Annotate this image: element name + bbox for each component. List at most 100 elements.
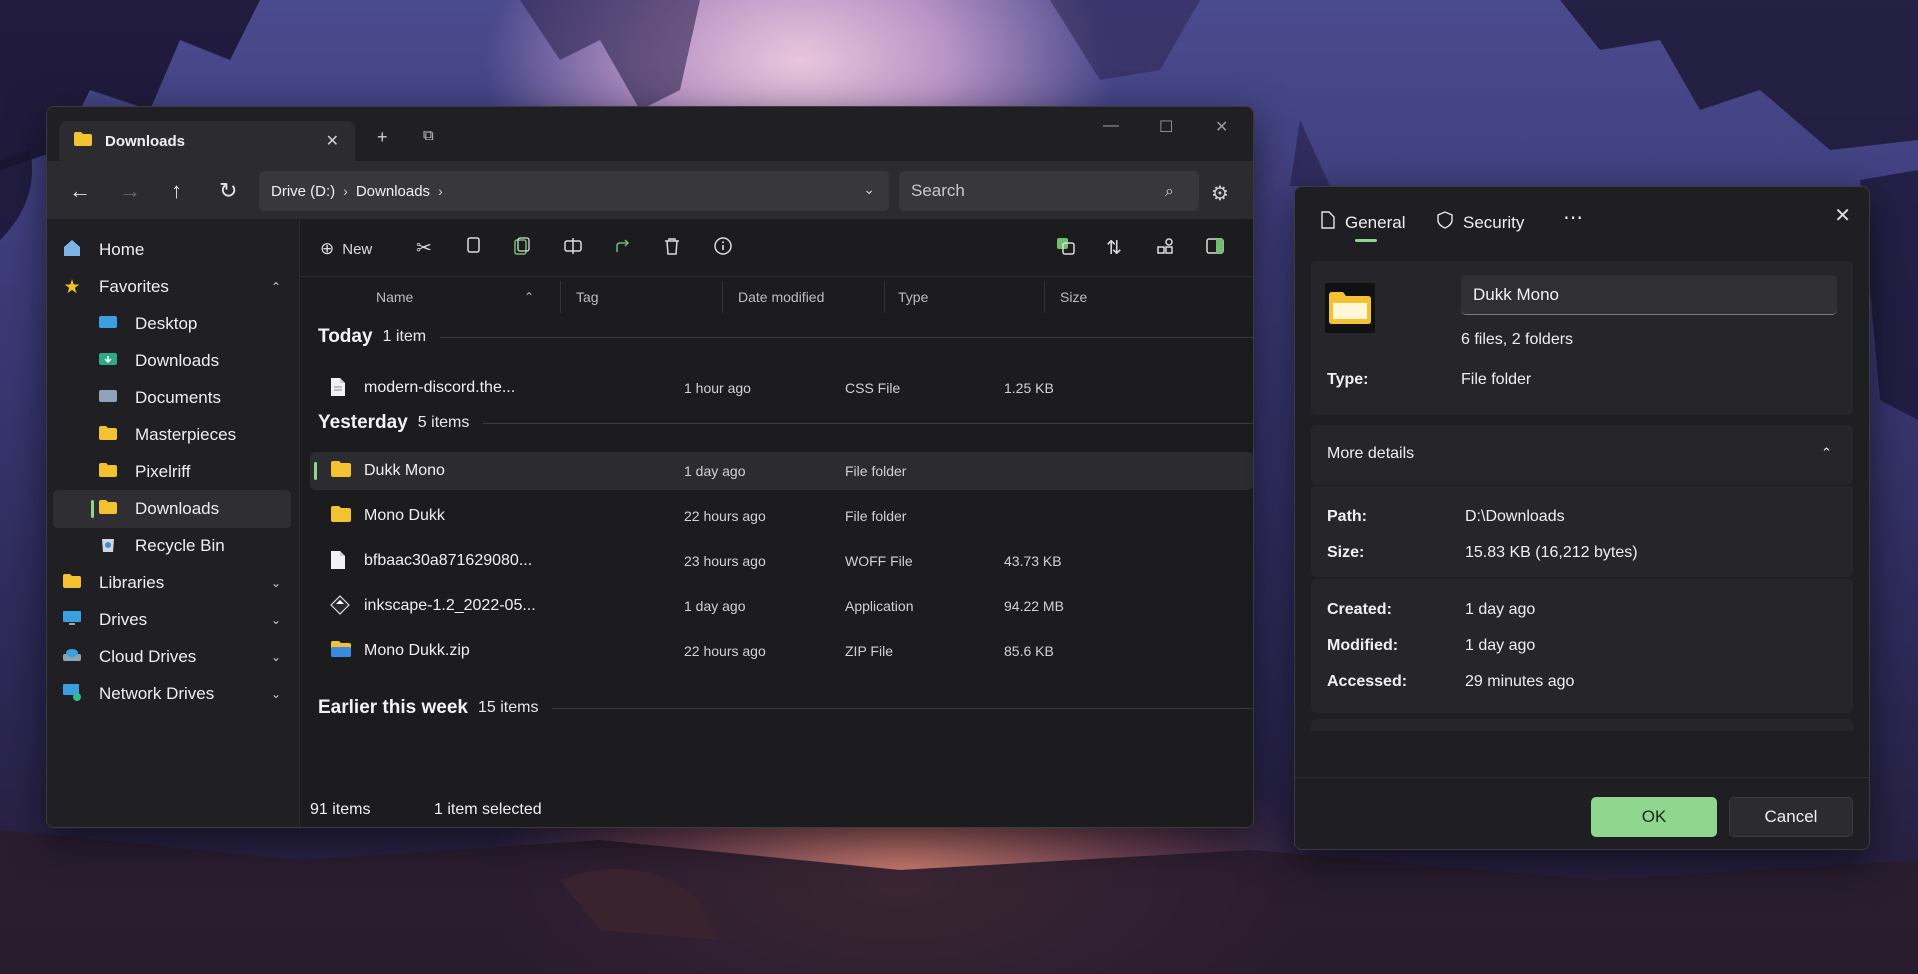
sidebar-item-home[interactable]: Home xyxy=(61,231,299,269)
new-button[interactable]: ⊕ New xyxy=(320,239,372,259)
column-divider[interactable] xyxy=(722,281,723,313)
tab-downloads[interactable]: Downloads ✕ xyxy=(59,121,355,161)
file-type: ZIP File xyxy=(845,643,893,659)
chevron-up-icon[interactable]: ⌃ xyxy=(271,280,281,294)
sidebar-item-label: Favorites xyxy=(99,277,169,296)
column-tag[interactable]: Tag xyxy=(576,289,599,305)
column-date-modified[interactable]: Date modified xyxy=(738,289,824,305)
file-type: File folder xyxy=(845,508,907,524)
table-row[interactable]: bfbaac30a871629080... 23 hours ago WOFF … xyxy=(310,542,1253,580)
breadcrumb-downloads[interactable]: Downloads xyxy=(356,183,430,200)
column-size[interactable]: Size xyxy=(1060,289,1087,305)
breadcrumb-separator-icon[interactable]: › xyxy=(438,183,443,199)
duplicate-tab-icon[interactable]: ⧉ xyxy=(423,127,434,144)
more-details-label: More details xyxy=(1327,445,1415,462)
table-row[interactable]: Mono Dukk.zip 22 hours ago ZIP File 85.6… xyxy=(310,632,1253,670)
sidebar-item-recycle-bin[interactable]: Recycle Bin xyxy=(97,527,291,565)
sort-icon[interactable]: ⇅ xyxy=(1106,237,1122,260)
group-title: Yesterday xyxy=(318,412,408,433)
refresh-icon[interactable]: ↻ xyxy=(219,178,237,204)
search-input[interactable] xyxy=(899,171,1199,211)
chevron-down-icon[interactable]: ⌄ xyxy=(271,687,281,701)
new-tab-button[interactable]: + xyxy=(377,127,388,148)
table-row[interactable]: inkscape-1.2_2022-05... 1 day ago Applic… xyxy=(310,587,1253,625)
forward-arrow-icon[interactable]: → xyxy=(119,178,141,204)
sidebar-item-masterpieces[interactable]: Masterpieces xyxy=(97,416,291,454)
sidebar-item-label: Masterpieces xyxy=(135,425,237,444)
cut-icon[interactable]: ✂ xyxy=(416,237,432,260)
tab-security[interactable]: Security xyxy=(1437,211,1524,234)
group-layout-icon[interactable] xyxy=(1156,237,1174,261)
tab-close-icon[interactable]: ✕ xyxy=(326,131,339,151)
folder-name-field[interactable] xyxy=(1461,275,1837,315)
modified-label: Modified: xyxy=(1327,637,1399,654)
sidebar-item-libraries[interactable]: Libraries ⌄ xyxy=(61,564,299,602)
preview-pane-icon[interactable] xyxy=(1206,237,1224,261)
title-bar: Downloads ✕ + ⧉ — ☐ ✕ xyxy=(47,107,1253,161)
column-divider[interactable] xyxy=(884,281,885,313)
group-header-earlier-this-week[interactable]: Earlier this week 15 items xyxy=(300,693,1253,723)
file-size: 85.6 KB xyxy=(1004,643,1054,659)
settings-gear-icon[interactable]: ⚙ xyxy=(1211,181,1229,206)
column-name[interactable]: Name xyxy=(376,289,413,305)
breadcrumb-drive[interactable]: Drive (D:) xyxy=(271,183,335,200)
select-all-icon[interactable] xyxy=(1056,237,1076,261)
sidebar-item-downloads-selected[interactable]: Downloads xyxy=(53,490,291,528)
search-icon[interactable]: ⌕ xyxy=(1165,183,1174,201)
share-icon[interactable] xyxy=(614,237,632,261)
sidebar-item-downloads[interactable]: Downloads xyxy=(97,342,291,380)
sidebar-item-favorites[interactable]: ★ Favorites ⌃ xyxy=(61,268,299,306)
folder-icon xyxy=(330,460,352,483)
chevron-down-icon[interactable]: ⌄ xyxy=(271,650,281,664)
address-bar[interactable]: Drive (D:) › Downloads › ⌄ xyxy=(259,171,889,211)
sidebar-item-desktop[interactable]: Desktop xyxy=(97,305,291,343)
paste-icon[interactable] xyxy=(514,237,530,261)
column-type[interactable]: Type xyxy=(898,289,928,305)
address-dropdown-icon[interactable]: ⌄ xyxy=(863,181,875,198)
table-row[interactable]: Mono Dukk 22 hours ago File folder xyxy=(310,497,1253,535)
sidebar-item-pixelriff[interactable]: Pixelriff xyxy=(97,453,291,491)
file-date: 22 hours ago xyxy=(684,508,766,524)
file-size: 94.22 MB xyxy=(1004,598,1064,614)
item-count: 91 items xyxy=(310,801,371,818)
accessed-label: Accessed: xyxy=(1327,673,1408,690)
sidebar-item-label: Home xyxy=(99,240,145,259)
ok-button[interactable]: OK xyxy=(1591,797,1717,837)
sidebar-item-documents[interactable]: Documents xyxy=(97,379,291,417)
general-info-card: 6 files, 2 folders Type: File folder xyxy=(1311,261,1853,415)
more-details-expander[interactable]: More details ⌃ xyxy=(1311,425,1853,485)
selection-indicator xyxy=(314,462,317,480)
copy-icon[interactable] xyxy=(465,237,481,261)
chevron-up-icon[interactable]: ⌃ xyxy=(1821,445,1832,461)
chevron-down-icon[interactable]: ⌄ xyxy=(271,613,281,627)
file-name: Dukk Mono xyxy=(364,462,445,479)
back-arrow-icon[interactable]: ← xyxy=(69,178,91,204)
table-row[interactable]: modern-discord.the... 1 hour ago CSS Fil… xyxy=(310,369,1253,407)
path-value: D:\Downloads xyxy=(1465,508,1565,525)
table-row-selected[interactable]: Dukk Mono 1 day ago File folder xyxy=(310,452,1253,490)
maximize-icon[interactable]: ☐ xyxy=(1159,117,1173,137)
rename-icon[interactable] xyxy=(564,237,582,261)
column-divider[interactable] xyxy=(1044,281,1045,313)
sidebar-item-label: Network Drives xyxy=(99,684,215,703)
close-window-icon[interactable]: ✕ xyxy=(1215,117,1228,137)
group-header-today[interactable]: Today 1 item xyxy=(300,322,1253,352)
column-divider[interactable] xyxy=(560,281,561,313)
group-header-yesterday[interactable]: Yesterday 5 items xyxy=(300,408,1253,438)
breadcrumb-separator-icon[interactable]: › xyxy=(343,183,348,199)
delete-trash-icon[interactable] xyxy=(664,237,680,261)
tab-general[interactable]: General xyxy=(1321,211,1405,234)
sidebar-item-network-drives[interactable]: Network Drives ⌄ xyxy=(61,675,299,713)
home-icon xyxy=(61,239,83,262)
cancel-button[interactable]: Cancel xyxy=(1729,797,1853,837)
chevron-down-icon[interactable]: ⌄ xyxy=(271,576,281,590)
sidebar-item-drives[interactable]: Drives ⌄ xyxy=(61,601,299,639)
more-tabs-icon[interactable]: ⋯ xyxy=(1563,205,1583,230)
close-dialog-icon[interactable]: ✕ xyxy=(1834,203,1851,228)
selection-indicator xyxy=(91,500,94,518)
sidebar-item-label: Downloads xyxy=(135,499,220,518)
up-arrow-icon[interactable]: ↑ xyxy=(171,178,182,204)
minimize-icon[interactable]: — xyxy=(1103,117,1119,135)
sidebar-item-cloud-drives[interactable]: Cloud Drives ⌄ xyxy=(61,638,299,676)
properties-info-icon[interactable] xyxy=(714,237,732,261)
